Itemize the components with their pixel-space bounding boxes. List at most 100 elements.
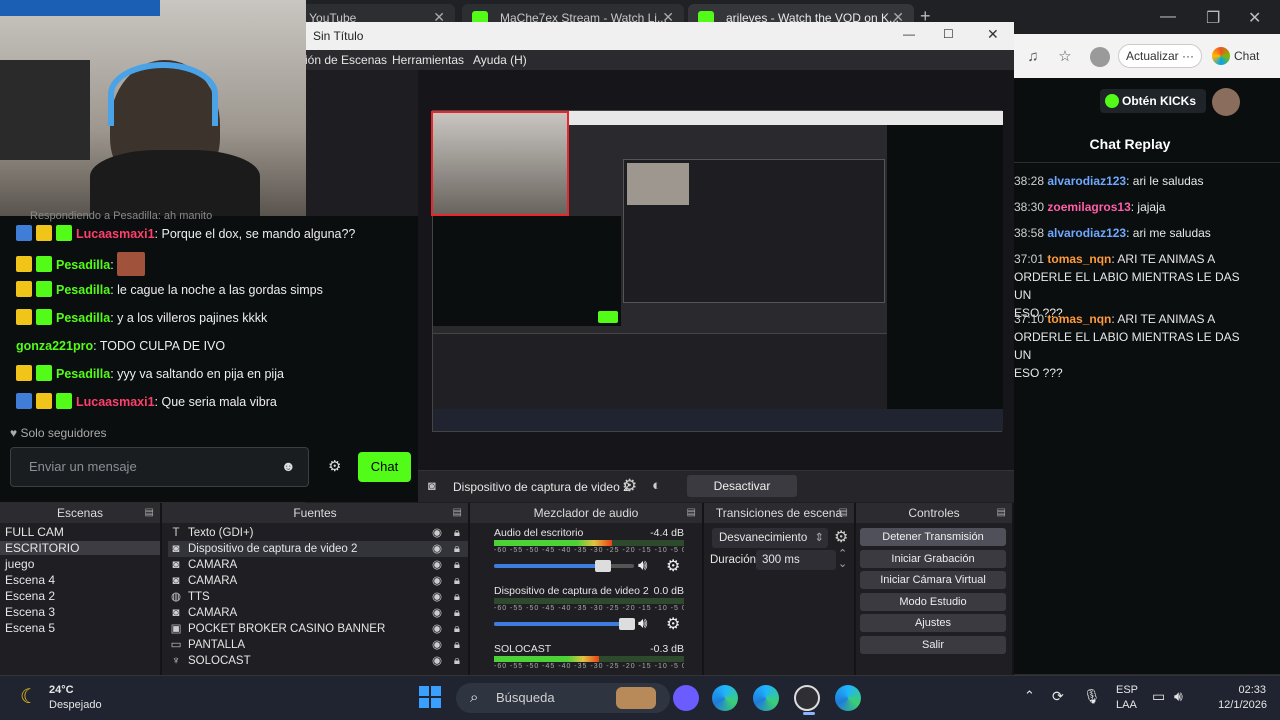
username[interactable]: Pesadilla (56, 311, 110, 325)
emoji-icon[interactable]: ☻ (281, 458, 296, 474)
taskbar-search[interactable]: ⌕ Búsqueda (456, 683, 670, 713)
lock-icon[interactable]: 🔒︎ (454, 605, 460, 621)
volume-slider-handle[interactable] (619, 618, 635, 630)
username[interactable]: alvarodiaz123 (1047, 174, 1126, 188)
dock-menu-icon[interactable]: ▤ (453, 503, 462, 523)
favorite-star-icon[interactable]: ☆ (1056, 48, 1074, 66)
user-avatar[interactable] (1212, 88, 1240, 116)
eye-icon[interactable]: ◉ (432, 541, 442, 557)
duration-input[interactable]: 300 ms (756, 550, 836, 570)
lock-icon[interactable]: 🔒︎ (454, 541, 460, 557)
edge-profile-icon[interactable] (753, 685, 779, 711)
lock-icon[interactable]: 🔒︎ (454, 573, 460, 589)
network-icon[interactable]: ▭ (1152, 688, 1165, 705)
lock-icon[interactable]: 🔒︎ (454, 525, 460, 541)
get-kicks-button[interactable]: Obtén KICKs (1100, 89, 1206, 113)
scene-item[interactable]: FULL CAM (5, 525, 64, 539)
username[interactable]: alvarodiaz123 (1047, 226, 1126, 240)
username[interactable]: Lucaasmaxi1 (76, 395, 155, 409)
username[interactable]: Pesadilla (56, 367, 110, 381)
menu-help[interactable]: Ayuda (H) (473, 53, 527, 67)
eye-icon[interactable]: ◉ (432, 653, 442, 669)
discord-icon[interactable] (673, 685, 699, 711)
maximize-icon[interactable]: ❐ (1206, 8, 1220, 28)
dock-menu-icon[interactable]: ▤ (145, 503, 154, 523)
volume-slider-handle[interactable] (595, 560, 612, 572)
source-item[interactable]: ◙ CAMARA ◉ 🔒︎ (168, 605, 468, 621)
profile-avatar[interactable] (1090, 47, 1110, 67)
source-item[interactable]: ▭ PANTALLA ◉ 🔒︎ (168, 637, 468, 653)
dock-menu-icon[interactable]: ▤ (687, 503, 696, 523)
scene-item-selected[interactable]: ESCRITORIO (0, 541, 160, 555)
selection-bounding-box[interactable] (431, 111, 569, 216)
dock-menu-icon[interactable]: ▤ (997, 503, 1006, 523)
clock-time[interactable]: 02:33 (1226, 684, 1266, 696)
eye-icon[interactable]: ◉ (432, 605, 442, 621)
source-item[interactable]: T Texto (GDI+) ◉ 🔒︎ (168, 525, 468, 541)
edge-icon[interactable] (712, 685, 738, 711)
volume-slider[interactable] (494, 560, 634, 572)
studio-mode-button[interactable]: Modo Estudio (860, 593, 1006, 611)
edge-beta-icon[interactable] (835, 685, 861, 711)
eye-icon[interactable]: ◉ (432, 557, 442, 573)
scene-item[interactable]: Escena 5 (5, 621, 55, 635)
eye-icon[interactable]: ◉ (432, 589, 442, 605)
username[interactable]: gonza221pro (16, 339, 93, 353)
source-item[interactable]: ▣ POCKET BROKER CASINO BANNER ◉ 🔒︎ (168, 621, 468, 637)
deactivate-button[interactable]: Desactivar (687, 475, 797, 497)
lock-icon[interactable]: 🔒︎ (454, 557, 460, 573)
volume-icon[interactable]: 🔊︎ (1174, 688, 1183, 705)
update-button[interactable]: Actualizar ··· (1118, 44, 1202, 68)
source-item[interactable]: ♆ SOLOCAST ◉ 🔒︎ (168, 653, 468, 669)
chevron-up-icon[interactable]: ⌃ (1024, 688, 1035, 704)
username[interactable]: Pesadilla (56, 258, 110, 272)
source-item-selected[interactable]: ◙ Dispositivo de captura de video 2 ◉ 🔒︎ (168, 541, 468, 557)
weather-moon-icon[interactable]: ☾ (20, 684, 38, 709)
speaker-icon[interactable]: 🔊︎ (638, 615, 647, 632)
filters-icon[interactable]: ◐ (652, 477, 661, 494)
lock-icon[interactable]: 🔒︎ (454, 621, 460, 637)
minimize-icon[interactable]: — (903, 27, 915, 41)
eye-icon[interactable]: ◉ (432, 637, 442, 653)
speaker-icon[interactable]: 🔊︎ (638, 557, 647, 574)
scene-item[interactable]: juego (5, 557, 34, 571)
exit-button[interactable]: Salir (860, 636, 1006, 654)
username[interactable]: Lucaasmaxi1 (76, 227, 155, 241)
gear-icon[interactable]: ⚙ (834, 527, 848, 547)
source-item[interactable]: ◙ CAMARA ◉ 🔒︎ (168, 573, 468, 589)
mic-icon[interactable]: 🎙︎ (1083, 688, 1101, 705)
sync-icon[interactable]: ⟳ (1052, 688, 1064, 705)
maximize-icon[interactable]: ☐ (943, 27, 954, 41)
transition-select[interactable]: Desvanecimiento ⇕ (712, 528, 828, 548)
minimize-icon[interactable]: — (1160, 8, 1176, 26)
obs-icon[interactable] (794, 685, 820, 711)
lock-icon[interactable]: 🔒︎ (454, 589, 460, 605)
gear-icon[interactable]: ⚙ (622, 476, 637, 496)
gear-icon[interactable]: ⚙ (666, 614, 680, 634)
duration-stepper[interactable]: ⌃ ⌄ (838, 549, 847, 570)
lock-icon[interactable]: 🔒︎ (454, 637, 460, 653)
clock-date[interactable]: 12/1/2026 (1205, 699, 1267, 711)
start-recording-button[interactable]: Iniciar Grabación (860, 550, 1006, 568)
username[interactable]: zoemilagros13 (1047, 200, 1130, 214)
eye-icon[interactable]: ◉ (432, 525, 442, 541)
copilot-chat-button[interactable]: Chat (1210, 44, 1272, 68)
volume-slider[interactable] (494, 618, 635, 630)
username[interactable]: Pesadilla (56, 283, 110, 297)
eye-icon[interactable]: ◉ (432, 621, 442, 637)
username[interactable]: tomas_nqn (1047, 312, 1111, 326)
music-icon[interactable]: ♫ (1024, 48, 1042, 66)
gear-icon[interactable]: ⚙ (666, 556, 680, 576)
settings-button[interactable]: Ajustes (860, 614, 1006, 632)
start-virtual-camera-button[interactable]: Iniciar Cámara Virtual (860, 571, 1006, 589)
scene-item[interactable]: Escena 3 (5, 605, 55, 619)
scene-item[interactable]: Escena 2 (5, 589, 55, 603)
scene-item[interactable]: Escena 4 (5, 573, 55, 587)
language-indicator[interactable]: ESP (1116, 684, 1138, 696)
close-window-icon[interactable]: ✕ (1248, 8, 1261, 28)
menu-scene-collection[interactable]: ión de Escenas (305, 53, 387, 67)
source-item[interactable]: ◙ CAMARA ◉ 🔒︎ (168, 557, 468, 573)
lock-icon[interactable]: 🔒︎ (454, 653, 460, 669)
menu-tools[interactable]: Herramientas (392, 53, 464, 67)
dock-menu-icon[interactable]: ▤ (839, 503, 848, 523)
